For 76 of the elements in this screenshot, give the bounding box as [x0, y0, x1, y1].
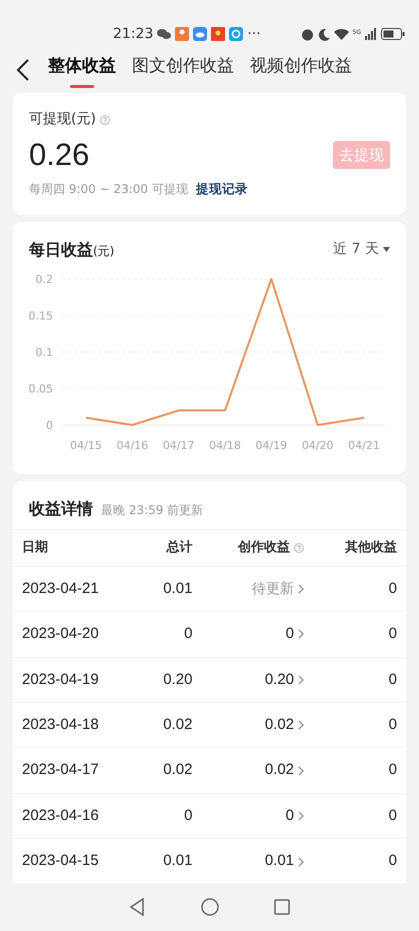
wifi-icon: [334, 28, 349, 40]
axis-tick-label: 04/21: [348, 438, 380, 452]
column-header: 创作收益: [238, 539, 290, 558]
table-cell: 0: [138, 793, 202, 839]
help-icon[interactable]: [100, 114, 110, 124]
table-cell: 2023-04-21: [13, 566, 139, 612]
axis-tick-label: 0.2: [36, 272, 53, 286]
home-icon[interactable]: [200, 897, 220, 917]
chevron-icon[interactable]: [298, 584, 304, 594]
table-cell[interactable]: 0.02: [264, 714, 294, 736]
app-icon: [211, 27, 226, 41]
table-cell: 0: [313, 702, 406, 748]
clock-text: 21:23: [113, 24, 154, 44]
table-cell: 2023-04-16: [13, 793, 139, 839]
table-cell[interactable]: 0: [286, 623, 294, 646]
axis-tick-label: 0.15: [28, 309, 53, 322]
records-link[interactable]: 提现记录: [196, 180, 248, 199]
signal-icon: [365, 28, 377, 40]
axis-tick-label: 04/15: [70, 438, 102, 452]
table-cell: 0: [138, 612, 202, 658]
cloud-icon: [193, 27, 208, 41]
battery-icon: [381, 28, 405, 40]
table-cell: 2023-04-18: [13, 702, 139, 748]
axis-tick-label: 0.05: [28, 382, 53, 396]
axis-tick-label: 04/20: [302, 438, 334, 452]
tab[interactable]: 整体收益: [48, 54, 116, 88]
table-cell: 2023-04-17: [13, 748, 139, 794]
table-cell: 0.01: [138, 566, 202, 612]
chevron-icon[interactable]: [298, 720, 304, 730]
recents-icon[interactable]: [272, 897, 292, 917]
section-title: 每日收益: [29, 238, 93, 261]
chevron-icon[interactable]: [298, 810, 304, 821]
table-cell: 0.20: [138, 657, 202, 703]
more-text: ···: [247, 24, 261, 44]
axis-tick-label: 04/19: [255, 438, 288, 452]
table-cell: 0.02: [138, 748, 202, 794]
caret-icon: [383, 247, 390, 252]
tab[interactable]: 图文创作收益: [132, 54, 234, 88]
column-header: 日期: [13, 529, 139, 566]
table-cell: 2023-04-20: [13, 612, 139, 658]
table-cell[interactable]: 0.20: [264, 668, 294, 692]
table-cell: 0: [313, 793, 406, 839]
axis-tick-label: 0: [46, 418, 53, 432]
help-icon[interactable]: [294, 542, 304, 553]
axis-tick-label: 04/17: [162, 438, 195, 452]
balance-amount: 0.26: [29, 138, 90, 172]
table-cell: 2023-04-19: [13, 657, 139, 703]
table-cell: 0: [313, 612, 406, 658]
tab[interactable]: 视频创作收益: [250, 54, 352, 88]
axis-tick-label: 04/18: [209, 438, 241, 452]
column-header: 其他收益: [313, 529, 406, 566]
schedule-note: 每周四 9:00 ~ 23:00 可提现: [29, 181, 188, 198]
table-cell: 0: [313, 566, 406, 612]
column-header: 总计: [138, 529, 202, 566]
axis-tick-label: 0.1: [36, 346, 53, 359]
unit-label: (元): [93, 242, 114, 260]
chevron-icon[interactable]: [298, 629, 304, 640]
update-note: 最晚 23:59 前更新: [101, 502, 204, 519]
table-cell: 0: [313, 748, 406, 794]
balance-label: 可提现(元): [29, 110, 96, 129]
table-cell[interactable]: 0.02: [264, 759, 294, 782]
table-cell: 0: [313, 657, 406, 703]
section-title: 收益详情: [29, 498, 93, 520]
search-app-icon: [229, 27, 244, 41]
range-dropdown[interactable]: 近 7 天: [333, 239, 390, 260]
table-cell: 0.02: [138, 702, 202, 748]
table-cell[interactable]: 0: [286, 804, 294, 828]
chat-icon: [157, 28, 172, 40]
chevron-icon[interactable]: [298, 856, 304, 867]
app-icon: [175, 27, 190, 41]
table-cell[interactable]: 0.01: [264, 850, 294, 873]
chevron-icon[interactable]: [298, 674, 304, 685]
moon-icon: [318, 28, 330, 40]
chevron-icon[interactable]: [298, 766, 304, 776]
axis-tick-label: 04/16: [116, 438, 148, 452]
back-icon: [16, 58, 30, 82]
